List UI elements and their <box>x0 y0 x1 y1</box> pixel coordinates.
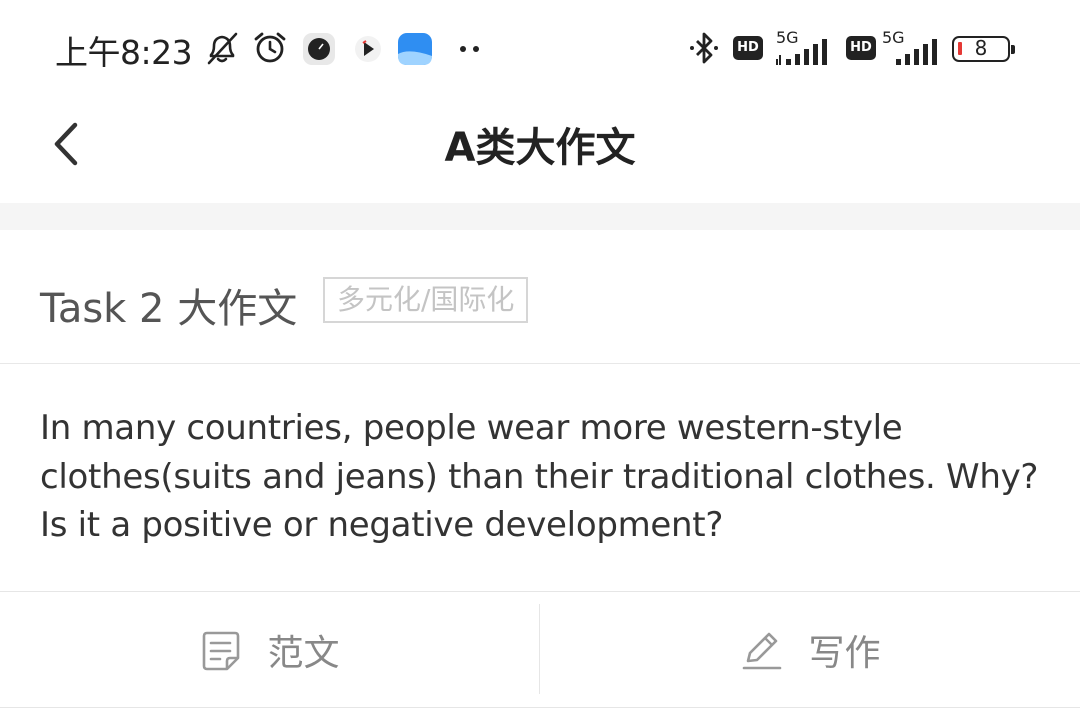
action-divider <box>539 604 540 694</box>
app-blue-icon <box>398 33 432 65</box>
sample-essay-button[interactable]: 范文 <box>0 592 539 707</box>
action-bar: 范文 写作 <box>0 591 1080 708</box>
topic-tag[interactable]: 多元化/国际化 <box>323 277 529 323</box>
signal-icon <box>776 39 827 65</box>
task-title: Task 2 大作文 <box>40 286 298 332</box>
signal-icon <box>896 39 937 65</box>
title-bar: A类大作文 <box>0 95 1080 203</box>
app-play-icon <box>355 36 381 62</box>
hd-badge-1: HD <box>733 36 763 60</box>
pencil-icon <box>743 632 782 669</box>
write-button[interactable]: 写作 <box>541 592 1080 707</box>
alarm-icon <box>254 32 286 63</box>
page-title: A类大作文 <box>444 125 636 171</box>
battery-level: 8 <box>974 36 988 60</box>
question-text: In many countries, people wear more west… <box>40 408 1039 545</box>
bluetooth-icon <box>690 32 718 64</box>
status-bar: 上午8:23 HD 5G HD 5G 8 <box>0 0 1080 95</box>
hd-badge-2: HD <box>846 36 876 60</box>
write-label: 写作 <box>808 632 881 674</box>
status-time: 上午8:23 <box>55 33 193 72</box>
document-icon <box>203 631 240 670</box>
app-clock-icon <box>303 33 335 65</box>
more-dots-icon <box>460 46 479 52</box>
battery-icon: 8 <box>952 36 1015 62</box>
task-header: Task 2 大作文 多元化/国际化 <box>0 230 1080 364</box>
mute-bell-icon <box>207 32 238 65</box>
sample-essay-label: 范文 <box>267 632 340 674</box>
section-divider <box>0 203 1080 230</box>
